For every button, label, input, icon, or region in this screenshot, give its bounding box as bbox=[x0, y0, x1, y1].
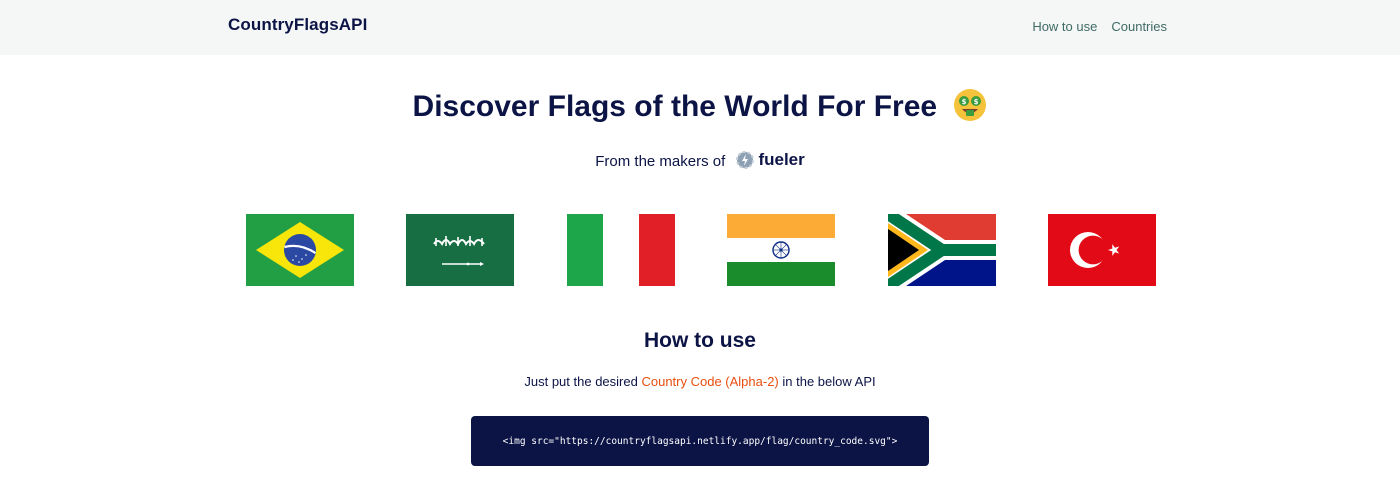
money-mouth-face-icon: $ $ bbox=[953, 88, 987, 130]
brand-logo-text[interactable]: CountryFlagsAPI bbox=[228, 15, 367, 35]
top-navbar: CountryFlagsAPI How to use Countries bbox=[0, 0, 1400, 55]
fueler-logo-link[interactable]: fueler bbox=[735, 150, 805, 170]
makers-line: From the makers of fueler bbox=[0, 150, 1400, 170]
nav-link-countries[interactable]: Countries bbox=[1111, 19, 1167, 34]
nav-link-how-to-use[interactable]: How to use bbox=[1032, 19, 1097, 34]
italy-flag-icon[interactable] bbox=[567, 214, 675, 286]
fueler-logo-icon bbox=[736, 151, 755, 169]
svg-text:$: $ bbox=[974, 98, 979, 106]
api-code-snippet[interactable]: <img src="https://countryflagsapi.netlif… bbox=[471, 416, 929, 466]
flags-gallery bbox=[0, 214, 1400, 286]
main-nav: How to use Countries bbox=[1032, 19, 1167, 34]
how-to-use-desc-prefix: Just put the desired bbox=[524, 374, 638, 389]
saudi-arabia-flag-icon[interactable] bbox=[406, 214, 514, 286]
how-to-use-description: Just put the desired Country Code (Alpha… bbox=[0, 374, 1400, 389]
makers-prefix: From the makers of bbox=[595, 153, 726, 170]
hero-heading-text: Discover Flags of the World For Free bbox=[412, 90, 938, 123]
turkey-flag-icon[interactable] bbox=[1048, 214, 1156, 286]
hero-heading: Discover Flags of the World For Free $ $ bbox=[0, 88, 1400, 130]
country-code-link[interactable]: Country Code (Alpha-2) bbox=[641, 374, 778, 389]
how-to-use-desc-suffix: in the below API bbox=[782, 374, 876, 389]
how-to-use-heading: How to use bbox=[643, 329, 756, 352]
india-flag-icon[interactable] bbox=[727, 214, 835, 286]
svg-text:$: $ bbox=[962, 98, 967, 106]
api-code-text: <img src="https://countryflagsapi.netlif… bbox=[502, 435, 898, 447]
fueler-brand-text: fueler bbox=[758, 150, 805, 169]
south-africa-flag-icon[interactable] bbox=[888, 214, 996, 286]
brazil-flag-icon[interactable] bbox=[246, 214, 354, 286]
